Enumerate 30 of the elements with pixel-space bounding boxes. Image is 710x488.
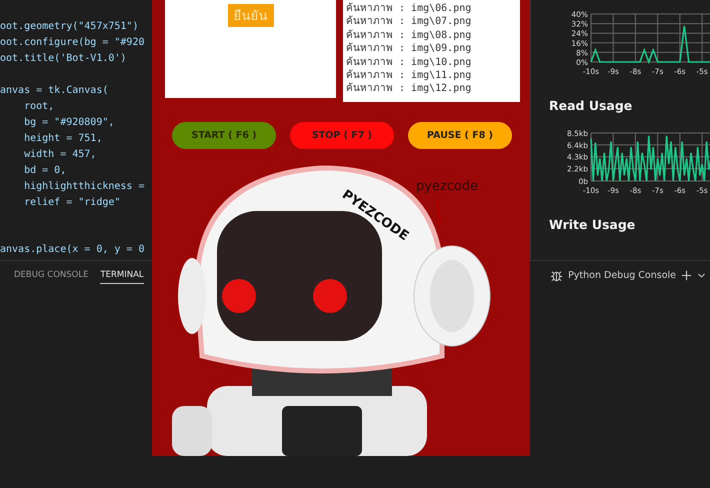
code-line: relief = "ridge": [23, 196, 120, 210]
code-line: oot.configure(bg = "#920: [0, 36, 144, 50]
stop-button[interactable]: STOP ( F7 ): [290, 122, 394, 149]
code-line: oot.geometry("457x751"): [0, 20, 138, 34]
code-line: bg = "#920809",: [23, 116, 114, 130]
code-line: anvas = tk.Canvas(: [0, 84, 108, 98]
log-line: ค้นหาภาพ : img\07.png: [346, 15, 472, 29]
log-line: ค้นหาภาพ : img\12.png: [346, 82, 472, 96]
terminal-name[interactable]: Python Debug Console: [568, 270, 676, 280]
code-line: bd = 0,: [23, 164, 66, 178]
code-line: highlightthickness =: [23, 180, 144, 194]
log-line: ค้นหาภาพ : img\08.png: [346, 28, 472, 42]
log-line: ค้นหาภาพ : img\11.png: [346, 69, 472, 82]
chart-title: Write Usage: [549, 217, 636, 232]
code-line: height = 751,: [23, 132, 102, 146]
log-line: ค้นหาภาพ : img\10.png: [346, 56, 472, 70]
log-line: ค้นหาภาพ : img\09.png: [346, 42, 472, 56]
chart-title: Read Usage: [549, 98, 634, 113]
panel-tab[interactable]: DEBUG CONSOLE: [14, 266, 88, 284]
code-line: root,: [23, 100, 54, 114]
bug-icon: [550, 268, 564, 282]
code-line: anvas.place(x = 0, y = 0: [0, 243, 144, 257]
start-button[interactable]: START ( F6 ): [172, 122, 276, 149]
code-line: width = 457,: [23, 148, 96, 162]
code-line: oot.title('Bot-V1.0'): [0, 52, 126, 66]
log-line: ค้นหาภาพ : img\06.png: [346, 2, 472, 16]
watermark-caption: pyezcode: [416, 179, 478, 194]
panel-tab[interactable]: TERMINAL: [100, 266, 144, 284]
pause-button[interactable]: PAUSE ( F8 ): [408, 122, 512, 149]
plus-icon[interactable]: [681, 270, 692, 280]
